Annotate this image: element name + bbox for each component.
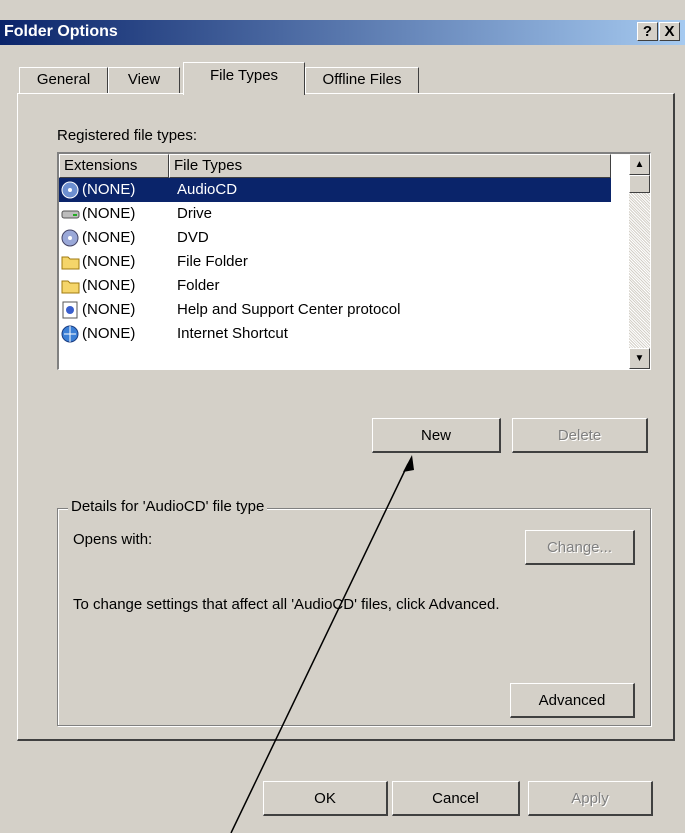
type-cell: AudioCD [177,181,238,198]
advanced-button[interactable]: Advanced [510,683,635,718]
details-group-title: Details for 'AudioCD' file type [68,498,268,515]
scroll-up-button[interactable]: ▲ [629,154,650,175]
registered-types-label: Registered file types: [57,127,198,144]
internet-icon [61,325,80,343]
tab-offline-files[interactable]: Offline Files [305,67,419,94]
folder-icon [61,253,80,271]
list-item[interactable]: (NONE) DVD [59,226,611,250]
ext-cell: (NONE) [82,181,136,198]
tab-general[interactable]: General [19,67,108,94]
type-cell: Folder [177,277,220,294]
help-icon [61,301,80,319]
close-button[interactable]: X [659,22,680,41]
ext-cell: (NONE) [82,229,136,246]
opens-with-label: Opens with: [73,531,153,548]
list-item[interactable]: (NONE) Help and Support Center protocol [59,298,611,322]
ext-cell: (NONE) [82,301,136,318]
help-button[interactable]: ? [637,22,658,41]
apply-button[interactable]: Apply [528,781,653,816]
type-cell: File Folder [177,253,248,270]
dvd-icon [61,229,80,247]
ext-cell: (NONE) [82,277,136,294]
column-header-file-types[interactable]: File Types [169,154,611,178]
change-button[interactable]: Change... [525,530,635,565]
delete-button[interactable]: Delete [512,418,648,453]
type-cell: Drive [177,205,213,222]
list-item[interactable]: (NONE) AudioCD [59,178,611,202]
vertical-scrollbar[interactable]: ▲ ▼ [629,154,650,369]
audiocd-icon [61,181,80,199]
list-item[interactable]: (NONE) Drive [59,202,611,226]
folder-icon [61,277,80,295]
drive-icon [61,205,80,223]
scroll-thumb[interactable] [629,175,650,193]
ext-cell: (NONE) [82,325,136,342]
title-bar[interactable]: Folder Options ? X [0,20,685,45]
list-item[interactable]: (NONE) File Folder [59,250,611,274]
list-item[interactable]: (NONE) Internet Shortcut [59,322,611,346]
file-types-list[interactable]: Extensions File Types (NONE) AudioCD (NO… [57,152,651,370]
ok-button[interactable]: OK [263,781,388,816]
folder-options-window: Folder Options ? X General View File Typ… [0,0,685,833]
type-cell: Help and Support Center protocol [177,301,401,318]
tab-view[interactable]: View [108,67,180,94]
ext-cell: (NONE) [82,205,136,222]
tab-file-types[interactable]: File Types [183,62,305,95]
type-cell: DVD [177,229,209,246]
details-info-text: To change settings that affect all 'Audi… [73,596,500,613]
window-title: Folder Options [4,23,118,40]
ext-cell: (NONE) [82,253,136,270]
list-item[interactable]: (NONE) Folder [59,274,611,298]
cancel-button[interactable]: Cancel [392,781,520,816]
new-button[interactable]: New [372,418,501,453]
type-cell: Internet Shortcut [177,325,288,342]
column-header-extensions[interactable]: Extensions [59,154,169,178]
scroll-down-button[interactable]: ▼ [629,348,650,369]
